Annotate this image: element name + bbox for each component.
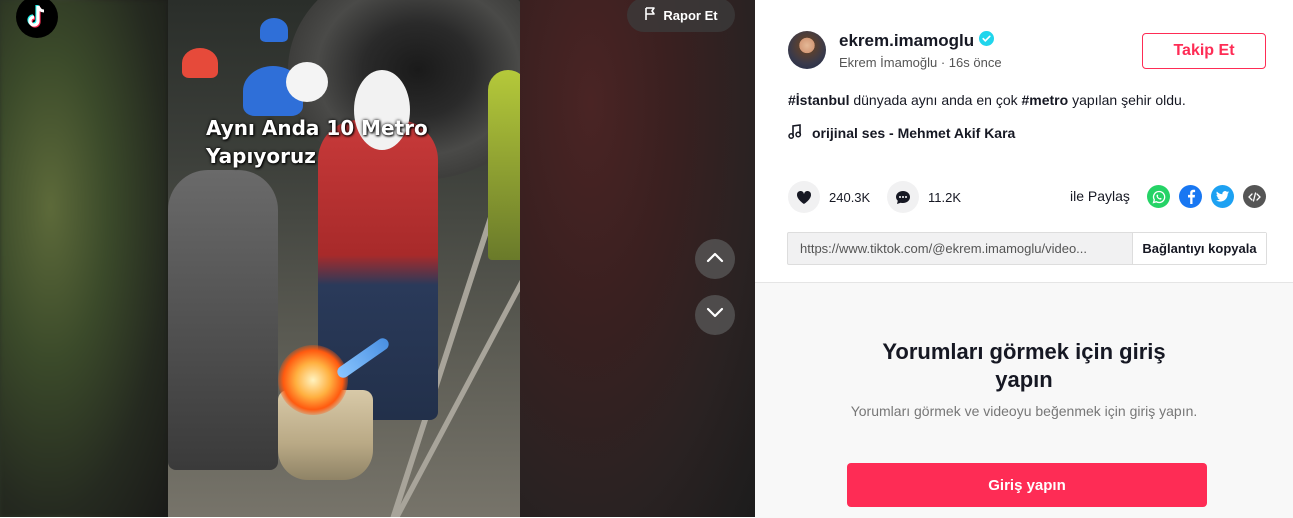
comments-login-subtitle: Yorumları görmek ve videoyu beğenmek içi…: [850, 403, 1198, 419]
music-link[interactable]: orijinal ses - Mehmet Akif Kara: [788, 124, 1015, 142]
report-button[interactable]: Rapor Et: [627, 0, 735, 32]
hashtag-metro[interactable]: #metro: [1022, 92, 1069, 108]
like-stat[interactable]: 240.3K: [788, 181, 870, 213]
video-caption: Aynı Anda 10 Metro Yapıyoruz: [206, 116, 428, 168]
report-label: Rapor Et: [663, 7, 718, 23]
music-note-icon: [788, 124, 802, 142]
comment-stat[interactable]: 11.2K: [887, 181, 961, 213]
flag-icon: [644, 6, 657, 24]
worker-helmet: [260, 18, 288, 42]
video-player[interactable]: Aynı Anda 10 Metro Yapıyoruz Rapor Et: [0, 0, 755, 517]
author-subname: Ekrem İmamoğlu · 16s önce: [839, 55, 1002, 70]
twitter-icon[interactable]: [1211, 185, 1234, 208]
facebook-icon[interactable]: [1179, 185, 1202, 208]
comment-count: 11.2K: [928, 189, 962, 205]
music-title: orijinal ses - Mehmet Akif Kara: [812, 125, 1016, 141]
follow-button[interactable]: Takip Et: [1142, 33, 1266, 69]
comment-icon[interactable]: [887, 181, 919, 213]
video-blur-background-left: [0, 0, 168, 517]
video-frame[interactable]: Aynı Anda 10 Metro Yapıyoruz: [168, 0, 520, 517]
previous-video-button[interactable]: [695, 239, 735, 279]
worker-helmet: [286, 62, 328, 102]
worker: [488, 70, 520, 260]
like-count: 240.3K: [829, 189, 871, 205]
heart-icon[interactable]: [788, 181, 820, 213]
share-link-box: https://www.tiktok.com/@ekrem.imamoglu/v…: [787, 232, 1267, 265]
verified-icon: [979, 31, 995, 51]
author-username: ekrem.imamoglu: [839, 31, 975, 50]
worker-helmet: [182, 48, 218, 78]
fire: [278, 345, 348, 415]
chevron-up-icon: [706, 250, 724, 268]
whatsapp-icon[interactable]: [1147, 185, 1170, 208]
description-text: dünyada aynı anda en çok: [849, 92, 1022, 108]
embed-icon[interactable]: [1243, 185, 1266, 208]
chevron-down-icon: [706, 306, 724, 324]
comments-section: Yorumları görmek için giriş yapın Yoruml…: [755, 282, 1293, 518]
video-description: #İstanbul dünyada aynı anda en çok #metr…: [788, 92, 1186, 108]
share-link-field[interactable]: https://www.tiktok.com/@ekrem.imamoglu/v…: [788, 233, 1132, 264]
share-label: ile Paylaş: [1070, 188, 1130, 204]
worker: [168, 170, 278, 470]
next-video-button[interactable]: [695, 295, 735, 335]
copy-link-button[interactable]: Bağlantıyı kopyala: [1132, 233, 1266, 264]
comments-login-title: Yorumları görmek için giriş yapın: [882, 339, 1166, 392]
login-button[interactable]: Giriş yapın: [847, 463, 1207, 507]
hashtag-istanbul[interactable]: #İstanbul: [788, 92, 849, 108]
details-panel: ekrem.imamoglu Ekrem İmamoğlu · 16s önce…: [755, 0, 1293, 518]
author-username-link[interactable]: ekrem.imamoglu: [839, 31, 995, 51]
description-text: yapılan şehir oldu.: [1068, 92, 1186, 108]
avatar[interactable]: [788, 31, 826, 69]
